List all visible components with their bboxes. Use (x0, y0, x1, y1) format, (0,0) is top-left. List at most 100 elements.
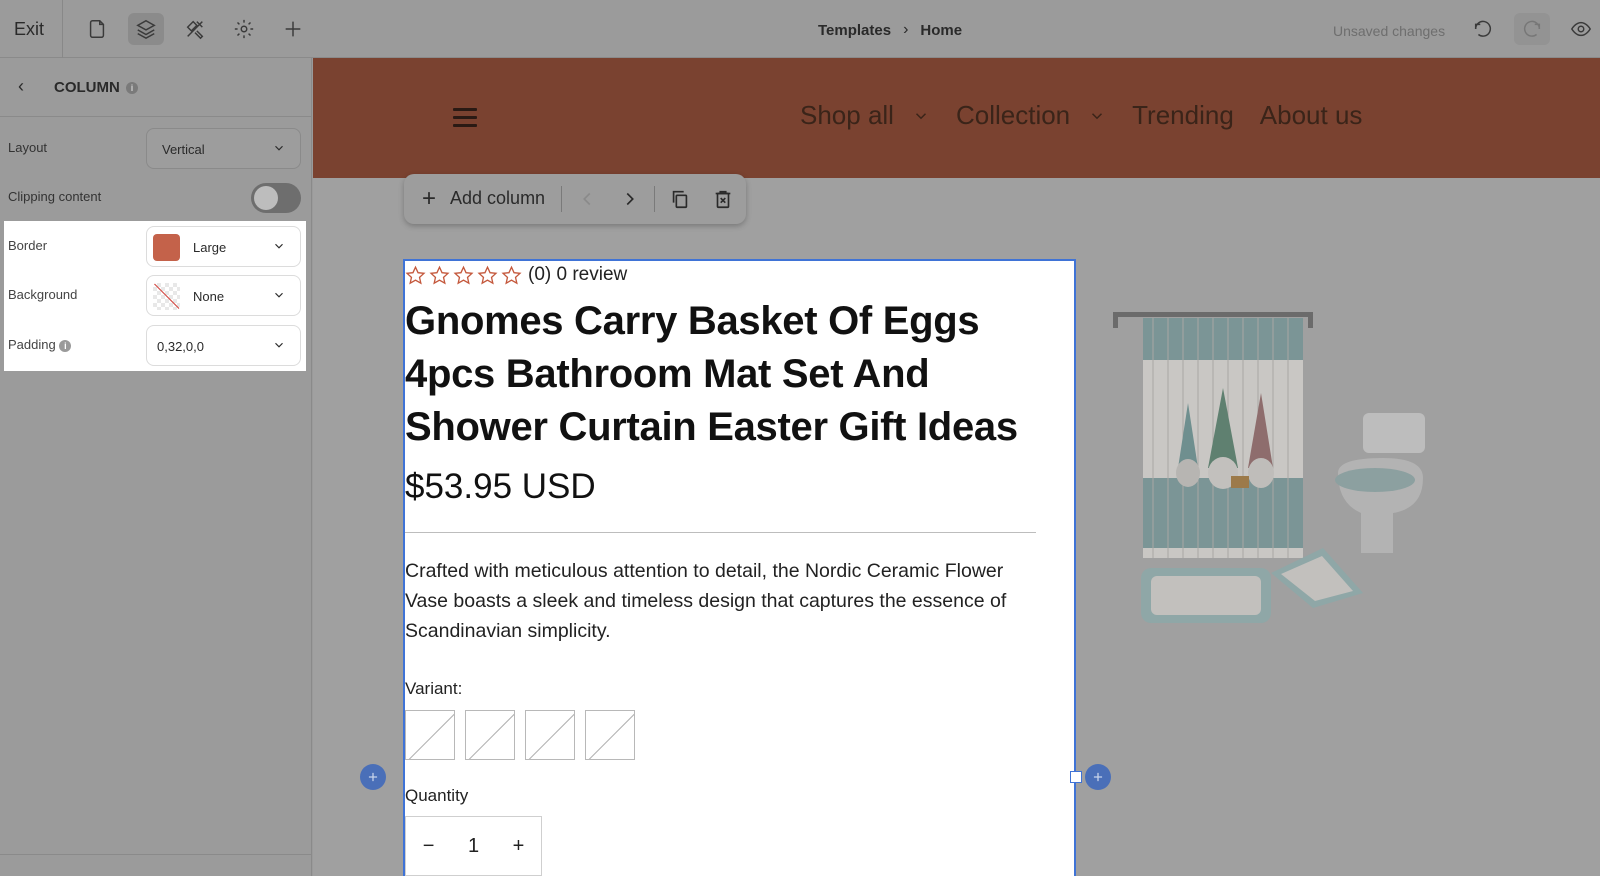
chevron-down-icon (272, 239, 286, 258)
toolbar-divider (561, 186, 562, 212)
rating-text: (0) 0 review (528, 264, 628, 285)
padding-row: Padding i 0,32,0,0 (0, 321, 312, 370)
star-icon (501, 265, 522, 285)
chevron-down-icon (272, 141, 286, 160)
resize-handle[interactable] (1070, 771, 1082, 783)
padding-label-text: Padding (8, 337, 56, 352)
variant-swatch[interactable] (405, 710, 455, 760)
variant-swatch[interactable] (465, 710, 515, 760)
star-icon (477, 265, 498, 285)
sidebar-divider (0, 854, 312, 855)
column-toolbar: + Add column (404, 174, 746, 224)
add-icon[interactable] (275, 13, 311, 45)
increment-button[interactable]: + (513, 835, 525, 858)
delete-icon[interactable] (710, 186, 736, 212)
sidebar-header: ‹ COLUMN i (0, 58, 311, 117)
breadcrumb-home: Home (920, 21, 963, 39)
nav-shop-all-label: Shop all (800, 100, 894, 130)
highlighted-settings-group: Border Large Background None Padding i 0… (4, 221, 306, 371)
toolbar-divider (654, 186, 655, 212)
clipping-row: Clipping content (0, 173, 312, 222)
chevron-down-icon (915, 112, 926, 119)
editor-topbar: Exit Templates › Home Unsaved changes (0, 0, 1600, 58)
hamburger-menu-icon[interactable] (453, 108, 477, 132)
chevron-down-icon (272, 288, 286, 307)
border-value: Large (193, 240, 227, 255)
layout-select[interactable]: Vertical (146, 128, 301, 169)
border-label: Border (8, 238, 48, 253)
properties-sidebar: ‹ COLUMN i Layout Vertical Clipping cont… (0, 58, 312, 876)
decrement-button[interactable]: − (423, 835, 435, 858)
quantity-stepper: − 1 + (405, 816, 542, 876)
border-color-swatch[interactable] (153, 234, 180, 261)
pages-icon[interactable] (79, 13, 115, 45)
site-header[interactable]: Shop all Collection Trending About us (313, 58, 1600, 178)
star-icon (429, 265, 450, 285)
editor-canvas: Shop all Collection Trending About us + … (313, 58, 1600, 876)
duplicate-icon[interactable] (667, 186, 693, 212)
rating: (0) 0 review (405, 264, 627, 286)
layout-value: Vertical (162, 142, 205, 157)
add-left-column-icon[interactable] (360, 764, 386, 790)
toggle-knob (254, 186, 278, 210)
settings-gear-icon[interactable] (226, 13, 262, 45)
border-select[interactable]: Large (146, 226, 301, 267)
border-row: Border Large (0, 222, 312, 271)
clipping-label: Clipping content (8, 189, 102, 204)
nav-trending[interactable]: Trending (1132, 100, 1234, 131)
panel-title: COLUMN (54, 79, 120, 96)
nav-about-us-label: About us (1259, 100, 1363, 130)
star-icon (405, 265, 426, 285)
quantity-label: Quantity (405, 786, 469, 805)
padding-select[interactable]: 0,32,0,0 (146, 325, 301, 366)
topbar-divider (62, 0, 63, 58)
padding-value: 0,32,0,0 (157, 339, 204, 354)
selected-product-column[interactable]: (0) 0 review Gnomes Carry Basket Of Eggs… (403, 259, 1076, 876)
divider (405, 532, 1036, 533)
product-description: Crafted with meticulous attention to det… (405, 560, 1007, 642)
preview-eye-icon[interactable] (1563, 13, 1599, 45)
exit-button[interactable]: Exit (14, 19, 44, 40)
add-right-column-icon[interactable] (1085, 764, 1111, 790)
layers-icon[interactable] (128, 13, 164, 45)
background-value: None (193, 289, 225, 304)
variant-options (405, 710, 635, 760)
info-icon[interactable]: i (126, 82, 138, 94)
layout-row: Layout Vertical (0, 124, 312, 173)
nav-shop-all[interactable]: Shop all (800, 100, 930, 131)
nav-collection-label: Collection (955, 100, 1071, 130)
background-label: Background (8, 287, 78, 302)
nav-about-us[interactable]: About us (1260, 100, 1363, 131)
nav-collection[interactable]: Collection (956, 100, 1106, 131)
chevron-left-icon[interactable] (574, 186, 600, 212)
variant-label: Variant: (405, 679, 463, 698)
save-status: Unsaved changes (1333, 23, 1446, 39)
back-arrow-icon[interactable]: ‹ (18, 76, 24, 97)
product-price: $53.95 USD (405, 467, 596, 506)
product-title: Gnomes Carry Basket Of Eggs 4pcs Bathroo… (405, 299, 1018, 449)
quantity-value[interactable]: 1 (468, 835, 479, 858)
variant-swatch[interactable] (525, 710, 575, 760)
variant-swatch[interactable] (585, 710, 635, 760)
chevron-right-icon[interactable] (617, 186, 643, 212)
add-column-label: Add column (450, 188, 546, 208)
clipping-toggle[interactable] (251, 183, 301, 213)
padding-label: Padding i (8, 337, 72, 352)
background-select[interactable]: None (146, 275, 301, 316)
redo-icon[interactable] (1514, 13, 1550, 45)
tools-icon[interactable] (177, 13, 213, 45)
site-nav: Shop all Collection Trending About us (800, 100, 1362, 131)
star-icon (453, 265, 474, 285)
background-row: Background None (0, 271, 312, 320)
breadcrumb-templates[interactable]: Templates (818, 22, 891, 39)
nav-trending-label: Trending (1132, 100, 1234, 130)
plus-icon: + (422, 184, 437, 212)
chevron-right-icon: › (903, 21, 909, 38)
layout-label: Layout (8, 140, 48, 155)
background-none-swatch[interactable] (153, 283, 180, 310)
product-image[interactable] (1113, 308, 1443, 628)
add-column-button[interactable]: + Add column (422, 184, 546, 212)
undo-icon[interactable] (1465, 13, 1501, 45)
info-icon[interactable]: i (59, 339, 72, 352)
breadcrumb: Templates › Home (818, 21, 962, 39)
